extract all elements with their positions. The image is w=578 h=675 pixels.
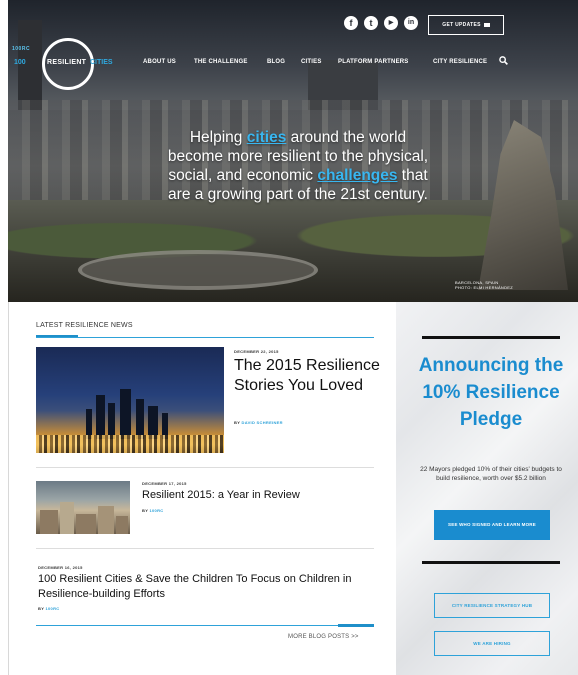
logo-top-label: 100RC xyxy=(12,46,31,52)
logo-prefix: 100 xyxy=(14,59,26,66)
pledge-description: 22 Mayors pledged 10% of their cities' b… xyxy=(420,466,562,482)
news-date: DECEMBER 17, 2015 xyxy=(142,481,187,486)
skyline-tower xyxy=(96,395,105,439)
nav-city-resilience[interactable]: CITY RESILIENCE xyxy=(433,59,487,65)
challenges-link[interactable]: challenges xyxy=(317,167,397,184)
tagline-line-2: become more resilient to the physical, xyxy=(167,148,429,165)
news-date: DECEMBER 22, 2015 xyxy=(234,349,279,354)
tagline-line-4: are a growing part of the 21st century. xyxy=(168,186,428,203)
hero-banner: 100RC 100 RESILIENT CITIES f t ▶ in GET … xyxy=(8,0,578,302)
item-divider xyxy=(36,548,374,549)
news-title-link[interactable]: 100 Resilient Cities & Save the Children… xyxy=(38,572,368,602)
author-link[interactable]: DAVID SCHREINER xyxy=(242,420,283,425)
get-updates-button[interactable]: GET UPDATES xyxy=(428,15,504,35)
logo-name: RESILIENT xyxy=(47,59,87,66)
byline-prefix: BY xyxy=(38,606,46,611)
we-are-hiring-button[interactable]: WE ARE HIRING xyxy=(434,631,550,656)
sidebar-mid-bar xyxy=(422,561,560,564)
nav-blog[interactable]: BLOG xyxy=(267,59,285,65)
youtube-icon[interactable]: ▶ xyxy=(384,16,398,30)
content-border xyxy=(8,302,9,675)
sidebar-top-bar xyxy=(422,336,560,339)
tagline-text: that xyxy=(397,167,428,184)
skyline-tower xyxy=(108,403,115,439)
hero-fountain xyxy=(78,250,318,290)
news-date: DECEMBER 16, 2015 xyxy=(38,565,83,570)
town-building xyxy=(98,506,114,534)
news-byline: BY 100RC xyxy=(142,508,163,513)
twitter-icon[interactable]: t xyxy=(364,16,378,30)
photo-caption: BARCELONA, SPAIN PHOTO: ELMI HERNÁNDEZ xyxy=(455,280,513,290)
news-image-town[interactable] xyxy=(36,481,130,534)
author-link[interactable]: 100RC xyxy=(150,508,164,513)
logo-suffix: CITIES xyxy=(90,59,113,66)
town-building xyxy=(76,514,96,534)
news-title-link[interactable]: The 2015 Resilience Stories You Loved xyxy=(234,356,384,396)
item-divider xyxy=(36,467,374,468)
tagline-text: around the world xyxy=(286,129,407,146)
strategy-hub-button[interactable]: CITY RESILIENCE STRATEGY HUB xyxy=(434,593,550,618)
nav-cities[interactable]: CITIES xyxy=(301,59,322,65)
nav-the-challenge[interactable]: THE CHALLENGE xyxy=(194,59,248,65)
more-blog-posts-link[interactable]: MORE BLOG POSTS >> xyxy=(288,634,359,640)
news-image-cityscape[interactable] xyxy=(36,347,224,453)
footer-rule xyxy=(36,625,374,626)
nav-about-us[interactable]: ABOUT US xyxy=(143,59,176,65)
skyline-tower xyxy=(120,389,131,439)
pledge-title: Announcing the 10% Resilience Pledge xyxy=(418,355,564,430)
footer-accent-bar xyxy=(338,624,374,627)
linkedin-icon[interactable]: in xyxy=(404,16,418,30)
hero-tagline: Helping cities around the world become m… xyxy=(68,128,528,204)
tagline-line-1: Helping cities around the world xyxy=(68,128,528,147)
header-rule xyxy=(36,337,374,338)
news-section-title: LATEST RESILIENCE NEWS xyxy=(36,322,133,329)
envelope-icon xyxy=(483,23,490,27)
facebook-icon[interactable]: f xyxy=(344,16,358,30)
town-building xyxy=(116,516,128,534)
news-title-link[interactable]: Resilient 2015: a Year in Review xyxy=(142,489,300,501)
tagline-line-3: social, and economic challenges that xyxy=(68,166,528,185)
author-link[interactable]: 100RC xyxy=(46,606,60,611)
pledge-sidebar: Announcing the 10% Resilience Pledge 22 … xyxy=(396,302,578,675)
town-building xyxy=(40,510,58,534)
town-building xyxy=(60,502,74,534)
nav-platform-partners[interactable]: PLATFORM PARTNERS xyxy=(338,59,409,65)
tagline-text: social, and economic xyxy=(168,167,318,184)
skyline-tower xyxy=(136,399,144,439)
get-updates-label: GET UPDATES xyxy=(442,22,481,28)
byline-prefix: BY xyxy=(142,508,150,513)
see-who-signed-button[interactable]: SEE WHO SIGNED AND LEARN MORE xyxy=(434,510,550,540)
search-icon[interactable] xyxy=(499,56,508,65)
byline-prefix: BY xyxy=(234,420,242,425)
cities-link[interactable]: cities xyxy=(247,129,287,146)
caption-credit: PHOTO: ELMI HERNÁNDEZ xyxy=(455,285,514,290)
city-lights xyxy=(36,435,224,453)
tagline-text: Helping xyxy=(189,129,247,146)
news-byline: BY DAVID SCHREINER xyxy=(234,420,283,425)
news-byline: BY 100RC xyxy=(38,606,59,611)
